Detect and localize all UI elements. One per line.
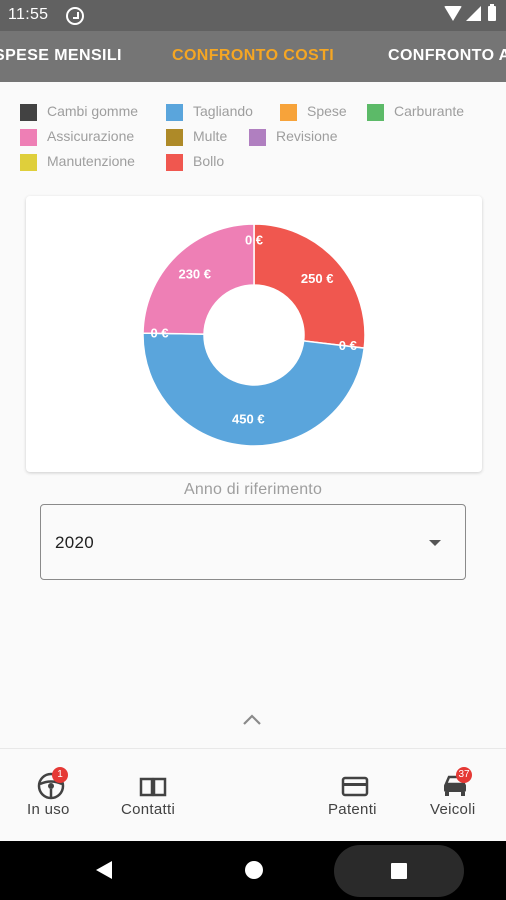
nav-label: Contatti — [121, 801, 176, 818]
nav-label: Veicoli — [430, 801, 476, 818]
tab-confronto-annuale[interactable]: CONFRONTO ANNUALE — [388, 47, 506, 65]
legend-item-cambi-gomme: Cambi gomme — [20, 102, 138, 122]
legend-swatch — [20, 128, 37, 146]
battery-icon — [488, 4, 496, 21]
legend-swatch — [166, 103, 183, 121]
tab-spese-mensili[interactable]: SPESE MENSILI — [0, 47, 122, 65]
bottom-navigation: 1 In uso Contatti Patenti 37 Veicoli — [0, 749, 506, 841]
chevron-up-icon[interactable] — [241, 712, 263, 728]
legend-swatch — [166, 153, 183, 171]
legend-label: Assicurazione — [47, 128, 135, 144]
nav-in-uso[interactable]: 1 In uso — [16, 749, 86, 841]
legend-swatch — [20, 103, 37, 121]
legend-label: Spese — [307, 103, 347, 119]
chevron-down-icon — [429, 540, 441, 546]
donut-label-carburante: 0 € — [339, 338, 357, 353]
in-uso-badge: 1 — [52, 767, 68, 783]
tab-bar: SPESE MENSILI CONFRONTO COSTI CONFRONTO … — [0, 31, 506, 82]
legend-item-tagliando: Tagliando — [166, 102, 253, 122]
home-icon[interactable] — [245, 861, 263, 879]
legend-label: Bollo — [193, 153, 225, 169]
book-icon — [139, 777, 167, 797]
tab-confronto-costi[interactable]: CONFRONTO COSTI — [172, 47, 334, 65]
donut-slice-bollo — [253, 223, 366, 349]
donut-label-spese: 0 € — [245, 233, 263, 248]
donut-label-multe: 0 € — [150, 325, 168, 340]
legend-item-assicurazione: Assicurazione — [20, 127, 134, 147]
legend-label: Multe — [193, 128, 228, 144]
legend-item-spese: Spese — [280, 102, 347, 122]
back-icon[interactable] — [96, 861, 112, 879]
legend-label: Tagliando — [193, 103, 253, 119]
donut-chart: 250 € 0 € 450 € 0 € 230 € 0 € — [142, 223, 366, 447]
legend-label: Carburante — [394, 103, 465, 119]
system-navigation-bar — [0, 841, 506, 900]
card-icon — [341, 776, 369, 797]
nav-patenti[interactable]: Patenti — [322, 749, 386, 841]
recents-icon[interactable] — [391, 863, 407, 879]
wifi-icon — [444, 6, 462, 21]
donut-label-bollo: 250 € — [301, 271, 334, 286]
veicoli-badge: 37 — [456, 767, 472, 783]
nav-veicoli[interactable]: 37 Veicoli — [424, 749, 488, 841]
legend-label: Revisione — [276, 128, 338, 144]
legend-item-bollo: Bollo — [166, 152, 224, 172]
status-icons — [444, 4, 496, 21]
nav-label: In uso — [27, 801, 70, 818]
legend-swatch — [249, 128, 266, 146]
legend-label: Manutenzione — [47, 153, 135, 169]
status-time: 11:55 — [8, 6, 49, 23]
nav-label: Patenti — [328, 801, 377, 818]
nav-contatti[interactable]: Contatti — [116, 749, 190, 841]
signal-icon — [466, 6, 481, 21]
legend-item-multe: Multe — [166, 127, 227, 147]
legend-swatch — [20, 153, 37, 171]
chart-card: 250 € 0 € 450 € 0 € 230 € 0 € — [26, 196, 482, 472]
status-bar: 11:55 — [0, 0, 506, 31]
legend-swatch — [166, 128, 183, 146]
legend-item-revisione: Revisione — [249, 127, 337, 147]
legend-swatch — [367, 103, 384, 121]
year-dropdown-value: 2020 — [55, 533, 95, 552]
donut-label-tagliando: 450 € — [232, 411, 265, 426]
donut-label-assicurazione: 230 € — [178, 267, 211, 282]
legend-item-carburante: Carburante — [367, 102, 464, 122]
legend-swatch — [280, 103, 297, 121]
legend-item-manutenzione: Manutenzione — [20, 152, 135, 172]
year-field-label: Anno di riferimento — [183, 481, 323, 498]
sync-icon — [66, 7, 84, 25]
donut-slice-tagliando — [142, 332, 366, 447]
legend-label: Cambi gomme — [47, 103, 139, 119]
year-dropdown[interactable]: 2020 — [40, 504, 466, 580]
